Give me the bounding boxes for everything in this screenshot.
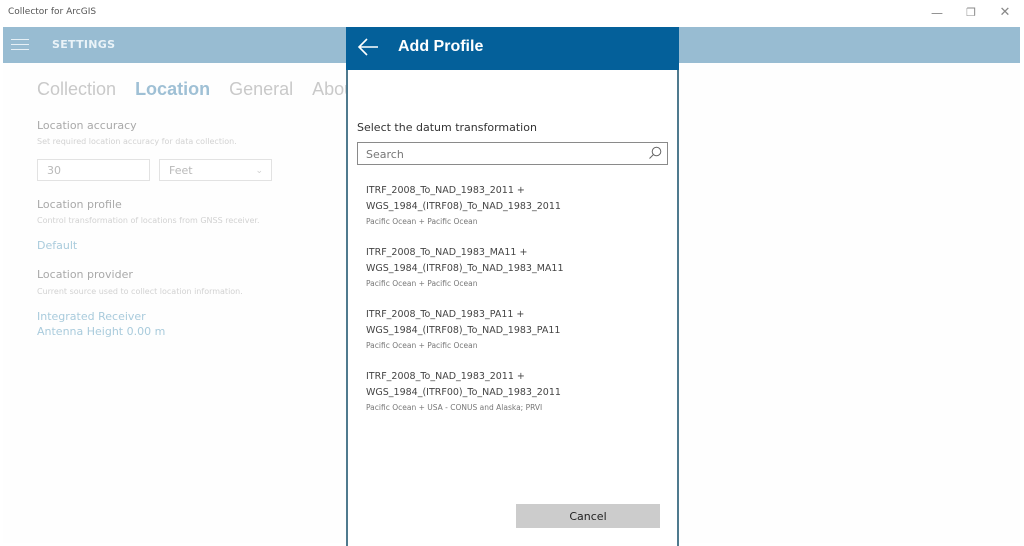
datum-name-line1: ITRF_2008_To_NAD_1983_MA11 + bbox=[366, 247, 528, 258]
location-provider-description: Current source used to collect location … bbox=[37, 287, 243, 296]
datum-prompt: Select the datum transformation bbox=[357, 121, 537, 134]
datum-name-line2: WGS_1984_(ITRF08)_To_NAD_1983_2011 bbox=[366, 201, 561, 212]
datum-name-line2: WGS_1984_(ITRF08)_To_NAD_1983_MA11 bbox=[366, 263, 564, 274]
page-title: SETTINGS bbox=[52, 38, 116, 51]
tab-general[interactable]: General bbox=[229, 79, 293, 100]
location-profile-description: Control transformation of locations from… bbox=[37, 216, 260, 225]
list-item[interactable]: ITRF_2008_To_NAD_1983_2011 + WGS_1984_(I… bbox=[366, 369, 666, 414]
datum-area: Pacific Ocean + USA - CONUS and Alaska; … bbox=[366, 403, 543, 412]
unit-select-value: Feet bbox=[169, 164, 193, 177]
datum-transformation-list: ITRF_2008_To_NAD_1983_2011 + WGS_1984_(I… bbox=[366, 183, 666, 431]
add-profile-dialog: Add Profile Select the datum transformat… bbox=[346, 27, 679, 546]
tab-location[interactable]: Location bbox=[135, 79, 210, 100]
list-item[interactable]: ITRF_2008_To_NAD_1983_MA11 + WGS_1984_(I… bbox=[366, 245, 666, 290]
unit-select[interactable]: Feet ⌄ bbox=[159, 159, 272, 181]
location-provider-title: Location provider bbox=[37, 268, 133, 281]
location-provider-receiver[interactable]: Integrated Receiver bbox=[37, 310, 146, 323]
location-accuracy-title: Location accuracy bbox=[37, 119, 137, 132]
location-accuracy-description: Set required location accuracy for data … bbox=[37, 137, 237, 146]
datum-area: Pacific Ocean + Pacific Ocean bbox=[366, 279, 478, 288]
maximize-button[interactable]: ❐ bbox=[960, 4, 982, 22]
datum-name-line2: WGS_1984_(ITRF00)_To_NAD_1983_2011 bbox=[366, 387, 561, 398]
antenna-height: Antenna Height 0.00 m bbox=[37, 325, 166, 338]
window-titlebar: Collector for ArcGIS — ❐ ✕ bbox=[0, 0, 1024, 27]
accuracy-input[interactable]: 30 bbox=[37, 159, 150, 181]
location-profile-link[interactable]: Default bbox=[37, 239, 77, 252]
list-item[interactable]: ITRF_2008_To_NAD_1983_PA11 + WGS_1984_(I… bbox=[366, 307, 666, 352]
chevron-down-icon: ⌄ bbox=[255, 166, 263, 176]
search-field[interactable] bbox=[357, 142, 668, 165]
close-button[interactable]: ✕ bbox=[994, 4, 1016, 22]
minimize-button[interactable]: — bbox=[926, 4, 948, 22]
list-item[interactable]: ITRF_2008_To_NAD_1983_2011 + WGS_1984_(I… bbox=[366, 183, 666, 228]
datum-area: Pacific Ocean + Pacific Ocean bbox=[366, 341, 478, 350]
dialog-title: Add Profile bbox=[398, 38, 484, 55]
datum-name-line1: ITRF_2008_To_NAD_1983_2011 + bbox=[366, 371, 525, 382]
cancel-button[interactable]: Cancel bbox=[516, 504, 660, 528]
search-icon[interactable] bbox=[648, 146, 662, 160]
settings-tabs: Collection Location General About bbox=[37, 79, 373, 100]
location-profile-title: Location profile bbox=[37, 198, 122, 211]
tab-collection[interactable]: Collection bbox=[37, 79, 116, 100]
datum-name-line1: ITRF_2008_To_NAD_1983_PA11 + bbox=[366, 309, 525, 320]
datum-name-line2: WGS_1984_(ITRF08)_To_NAD_1983_PA11 bbox=[366, 325, 561, 336]
search-input[interactable] bbox=[358, 144, 636, 165]
app-title: Collector for ArcGIS bbox=[8, 7, 97, 17]
back-arrow-icon[interactable] bbox=[356, 35, 380, 59]
dialog-header: Add Profile bbox=[346, 27, 679, 70]
datum-name-line1: ITRF_2008_To_NAD_1983_2011 + bbox=[366, 185, 525, 196]
hamburger-icon[interactable] bbox=[11, 39, 29, 51]
datum-area: Pacific Ocean + Pacific Ocean bbox=[366, 217, 478, 226]
